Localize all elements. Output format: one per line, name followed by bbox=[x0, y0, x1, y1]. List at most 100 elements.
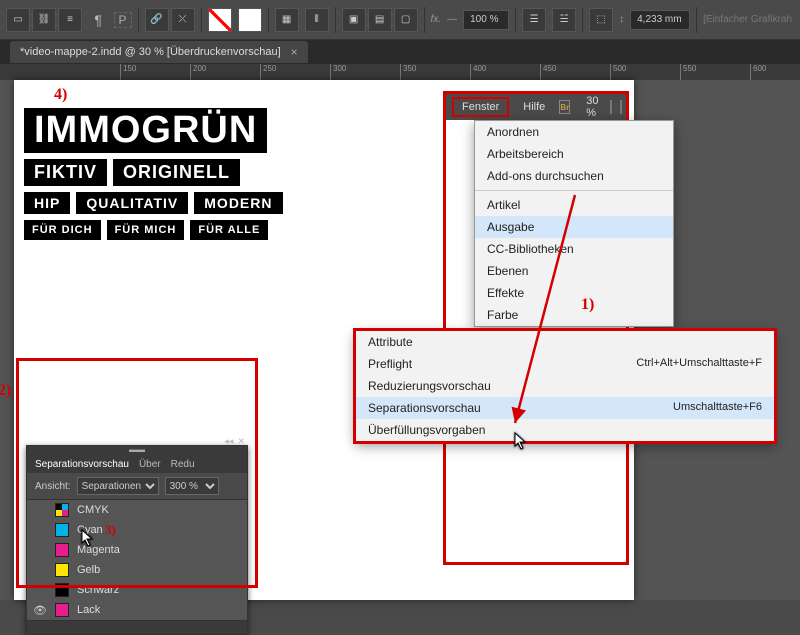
separation-row[interactable]: Cyan bbox=[27, 520, 247, 540]
menu-item[interactable]: Farbe bbox=[475, 304, 673, 326]
panel-grip[interactable]: ▬▬ bbox=[27, 446, 247, 456]
separations-panel[interactable]: ◂◂ ✕ ▬▬ Separationsvorschau Über Redu An… bbox=[26, 445, 248, 635]
distribute-icon[interactable]: ⫴ bbox=[305, 8, 329, 32]
color-swatch bbox=[55, 603, 69, 617]
fenster-dropdown: AnordnenArbeitsbereichAdd-ons durchsuche… bbox=[474, 120, 674, 327]
brand-chip: FÜR ALLE bbox=[190, 220, 268, 240]
paragraph-icon: ¶ bbox=[94, 12, 102, 28]
fill-swatch[interactable] bbox=[208, 8, 232, 32]
doctab[interactable]: *video-mappe-2.indd @ 30 % [Überdruckenv… bbox=[10, 41, 308, 63]
brand-chip: QUALITATIV bbox=[76, 192, 188, 214]
doctab-bar: *video-mappe-2.indd @ 30 % [Überdruckenv… bbox=[0, 40, 800, 64]
color-swatch bbox=[55, 563, 69, 577]
submenu-label: Separationsvorschau bbox=[368, 401, 481, 415]
separation-row[interactable]: Magenta bbox=[27, 540, 247, 560]
submenu-label: Überfüllungsvorgaben bbox=[368, 423, 485, 437]
submenu-item[interactable]: Separationsvorschau Umschalttaste+F6 bbox=[356, 397, 774, 419]
screen-mode-icon[interactable] bbox=[610, 100, 612, 114]
toolbar-icon-group-1: ▭ ⛓ ≡ bbox=[6, 8, 82, 32]
menu-item[interactable]: Artikel bbox=[475, 194, 673, 216]
panel-tabs: Separationsvorschau Über Redu bbox=[27, 456, 247, 473]
chain-icon[interactable]: ⛓ bbox=[32, 8, 56, 32]
separation-row[interactable]: Gelb bbox=[27, 560, 247, 580]
effects-icon[interactable]: ▣ bbox=[342, 8, 366, 32]
submenu-shortcut: Umschalttaste+F6 bbox=[673, 401, 762, 415]
doctab-close-icon[interactable]: × bbox=[291, 45, 298, 59]
arrange-docs-icon[interactable] bbox=[620, 100, 622, 114]
top-toolbar: ▭ ⛓ ≡ ¶ P 🔗 ⤫ ▦ ⫴ ▣ ▤ ▢ fx. — ☰ ☱ ⬚ ↕ [E… bbox=[0, 0, 800, 40]
menu-item[interactable]: Ausgabe bbox=[475, 216, 673, 238]
panel-tab[interactable]: Separationsvorschau bbox=[35, 459, 129, 470]
submenu-label: Attribute bbox=[368, 335, 413, 349]
link-icon[interactable]: 🔗 bbox=[145, 8, 169, 32]
menu-strip: Fenster Hilfe Br 30 % bbox=[446, 94, 626, 120]
brand-chip: HIP bbox=[24, 192, 70, 214]
ruler-tick: 150 bbox=[120, 64, 136, 80]
textframe-icon[interactable]: ☰ bbox=[522, 8, 546, 32]
menu-item[interactable]: CC-Bibliotheken bbox=[475, 238, 673, 260]
break-link-icon[interactable]: ⤫ bbox=[171, 8, 195, 32]
percent-select[interactable]: 300 % bbox=[165, 477, 219, 495]
separation-row[interactable]: CMYK bbox=[27, 500, 247, 520]
submenu-item[interactable]: Attribute bbox=[356, 331, 774, 353]
view-select[interactable]: Separationen bbox=[77, 477, 159, 495]
menu-fenster[interactable]: Fenster bbox=[452, 97, 509, 117]
align-icon[interactable]: ≡ bbox=[58, 8, 82, 32]
menu-item[interactable]: Add-ons durchsuchen bbox=[475, 165, 673, 187]
canvas-area[interactable]: IMMOGRÜN FIKTIV ORIGINELL HIP QUALITATIV… bbox=[0, 80, 800, 600]
menu-item[interactable]: Anordnen bbox=[475, 121, 673, 143]
separation-label: Schwarz bbox=[77, 584, 119, 596]
ruler-tick: 300 bbox=[330, 64, 346, 80]
wrap-icon[interactable]: ▤ bbox=[368, 8, 392, 32]
panel-close-icon[interactable]: ✕ bbox=[237, 436, 245, 447]
submenu-item[interactable]: Reduzierungsvorschau bbox=[356, 375, 774, 397]
ruler-tick: 400 bbox=[470, 64, 486, 80]
panel-controls: Ansicht: Separationen 300 % bbox=[27, 473, 247, 500]
bridge-icon[interactable]: Br bbox=[559, 100, 570, 114]
ruler-tick: 350 bbox=[400, 64, 416, 80]
panel-collapse-icon[interactable]: ◂◂ bbox=[224, 436, 233, 447]
color-swatch bbox=[55, 583, 69, 597]
align-group-icon[interactable]: ▦ bbox=[275, 8, 299, 32]
ruler-tick: 200 bbox=[190, 64, 206, 80]
menu-hilfe[interactable]: Hilfe bbox=[513, 97, 555, 117]
view-label: Ansicht: bbox=[35, 481, 71, 492]
outlines-icon[interactable]: ☱ bbox=[552, 8, 576, 32]
menu-item[interactable]: Arbeitsbereich bbox=[475, 143, 673, 165]
opacity-label: — bbox=[447, 14, 457, 25]
submenu-label: Reduzierungsvorschau bbox=[368, 379, 491, 393]
annotation-2: 2) bbox=[0, 382, 11, 400]
brand-chip: ORIGINELL bbox=[113, 159, 240, 186]
brand-block: IMMOGRÜN FIKTIV ORIGINELL HIP QUALITATIV… bbox=[24, 108, 283, 246]
separation-row[interactable]: 👁 Lack bbox=[27, 600, 247, 620]
brand-chip: FIKTIV bbox=[24, 159, 107, 186]
menu-item[interactable]: Ebenen bbox=[475, 260, 673, 282]
separation-label: Cyan bbox=[77, 524, 103, 536]
submenu-item[interactable]: PreflightCtrl+Alt+Umschalttaste+F bbox=[356, 353, 774, 375]
ruler-tick: 500 bbox=[610, 64, 626, 80]
fx-icon[interactable]: fx. bbox=[431, 14, 442, 25]
transform-icon[interactable]: ⬚ bbox=[589, 8, 613, 32]
horizontal-ruler: 150200250300350400450500550600 bbox=[0, 64, 800, 80]
submenu-shortcut: Ctrl+Alt+Umschalttaste+F bbox=[636, 357, 762, 371]
tool-icon[interactable]: ▭ bbox=[6, 8, 30, 32]
visibility-icon[interactable]: 👁 bbox=[33, 604, 47, 617]
stroke-swatch[interactable] bbox=[238, 8, 262, 32]
separation-label: Gelb bbox=[77, 564, 100, 576]
color-swatch bbox=[55, 503, 69, 517]
panel-window-controls: ◂◂ ✕ bbox=[224, 436, 245, 447]
annotation-4: 4) bbox=[54, 86, 67, 104]
panel-footer bbox=[27, 620, 247, 634]
submenu-item[interactable]: Überfüllungsvorgaben bbox=[356, 419, 774, 441]
opacity-input[interactable] bbox=[463, 10, 509, 30]
corner-icon[interactable]: ▢ bbox=[394, 8, 418, 32]
brand-chip: MODERN bbox=[194, 192, 282, 214]
menu-item[interactable]: Effekte bbox=[475, 282, 673, 304]
separation-label: Lack bbox=[77, 604, 100, 616]
panel-tab[interactable]: Über bbox=[139, 459, 161, 470]
measure-input[interactable] bbox=[630, 10, 690, 30]
separation-row[interactable]: Schwarz bbox=[27, 580, 247, 600]
zoom-readout[interactable]: 30 % bbox=[586, 95, 598, 119]
separation-label: Magenta bbox=[77, 544, 120, 556]
panel-tab[interactable]: Redu bbox=[171, 459, 195, 470]
